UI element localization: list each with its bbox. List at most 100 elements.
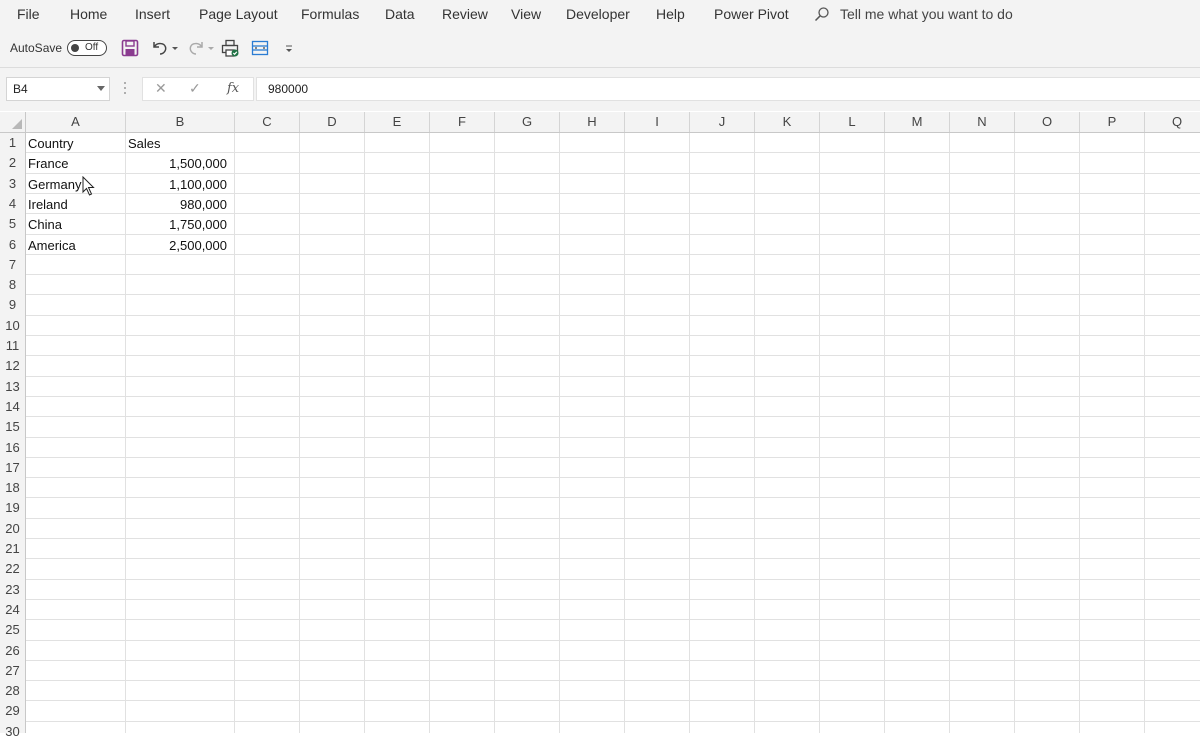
row-header-15[interactable]: 15: [0, 417, 25, 437]
column-header-a[interactable]: A: [26, 112, 126, 132]
row-header-26[interactable]: 26: [0, 641, 25, 661]
undo-dropdown-icon[interactable]: [170, 38, 180, 58]
row-header-17[interactable]: 17: [0, 458, 25, 478]
column-header-m[interactable]: M: [885, 112, 950, 132]
row-header-16[interactable]: 16: [0, 438, 25, 458]
row-header-6[interactable]: 6: [0, 235, 25, 255]
cell-b6[interactable]: 2,500,000: [126, 235, 227, 255]
insert-function-button[interactable]: fx: [227, 81, 239, 96]
column-header-n[interactable]: N: [950, 112, 1015, 132]
tab-data[interactable]: Data: [385, 6, 415, 22]
tab-insert[interactable]: Insert: [135, 6, 170, 22]
cell-a1[interactable]: Country: [28, 133, 74, 153]
row-header-8[interactable]: 8: [0, 275, 25, 295]
gridline-vertical: [299, 133, 300, 733]
column-header-p[interactable]: P: [1080, 112, 1145, 132]
gridline-horizontal: [26, 416, 1200, 418]
row-header-11[interactable]: 11: [0, 336, 25, 356]
gridline-vertical: [559, 133, 560, 733]
formula-input[interactable]: 980000: [256, 77, 1200, 101]
row-header-1[interactable]: 1: [0, 133, 25, 153]
cell-b5[interactable]: 1,750,000: [126, 214, 227, 234]
column-header-c[interactable]: C: [235, 112, 300, 132]
cell-a4[interactable]: Ireland: [28, 194, 68, 214]
cell-a3[interactable]: Germany: [28, 174, 81, 194]
row-header-20[interactable]: 20: [0, 519, 25, 539]
row-header-2[interactable]: 2: [0, 153, 25, 173]
customize-qat-icon[interactable]: [282, 38, 296, 58]
row-header-19[interactable]: 19: [0, 498, 25, 518]
cell-area[interactable]: Country Sales France 1,500,000 Germany 1,100,…: [26, 133, 1200, 733]
tab-page-layout[interactable]: Page Layout: [199, 6, 278, 22]
cell-b4[interactable]: 980,000: [126, 194, 227, 214]
cell-a2[interactable]: France: [28, 153, 68, 173]
column-header-f[interactable]: F: [430, 112, 495, 132]
row-header-10[interactable]: 10: [0, 316, 25, 336]
redo-icon[interactable]: [186, 38, 206, 58]
row-header-27[interactable]: 27: [0, 661, 25, 681]
cell-b2[interactable]: 1,500,000: [126, 153, 227, 173]
tab-view[interactable]: View: [511, 6, 541, 22]
enter-icon[interactable]: ✓: [189, 80, 201, 97]
cell-b3[interactable]: 1,100,000: [126, 174, 227, 194]
row-header-4[interactable]: 4: [0, 194, 25, 214]
tab-help[interactable]: Help: [656, 6, 685, 22]
gridline-horizontal: [26, 436, 1200, 438]
column-header-d[interactable]: D: [300, 112, 365, 132]
tab-home[interactable]: Home: [70, 6, 107, 22]
row-header-9[interactable]: 9: [0, 295, 25, 315]
undo-icon[interactable]: [150, 38, 170, 58]
cell-b1[interactable]: Sales: [128, 133, 161, 153]
row-header-28[interactable]: 28: [0, 681, 25, 701]
row-header-5[interactable]: 5: [0, 214, 25, 234]
row-header-24[interactable]: 24: [0, 600, 25, 620]
autosave-toggle[interactable]: Off: [67, 40, 107, 56]
print-preview-icon[interactable]: [220, 38, 240, 58]
row-header-21[interactable]: 21: [0, 539, 25, 559]
cancel-icon[interactable]: ✕: [155, 80, 167, 97]
row-header-30[interactable]: 30: [0, 722, 25, 742]
gridline-horizontal: [26, 477, 1200, 479]
column-header-k[interactable]: K: [755, 112, 820, 132]
freeze-panes-icon[interactable]: [250, 38, 270, 58]
select-all-triangle-icon: [12, 119, 22, 129]
gridline-horizontal: [26, 497, 1200, 499]
row-header-7[interactable]: 7: [0, 255, 25, 275]
gridline-horizontal: [26, 355, 1200, 357]
column-header-b[interactable]: B: [126, 112, 235, 132]
cell-a5[interactable]: China: [28, 214, 62, 234]
row-header-12[interactable]: 12: [0, 356, 25, 376]
tab-formulas[interactable]: Formulas: [301, 6, 359, 22]
redo-dropdown-icon[interactable]: [206, 38, 216, 58]
cell-a6[interactable]: America: [28, 235, 76, 255]
row-header-22[interactable]: 22: [0, 559, 25, 579]
row-header-3[interactable]: 3: [0, 174, 25, 194]
column-header-l[interactable]: L: [820, 112, 885, 132]
row-header-23[interactable]: 23: [0, 580, 25, 600]
row-header-14[interactable]: 14: [0, 397, 25, 417]
gridline-horizontal: [26, 659, 1200, 661]
column-header-q[interactable]: Q: [1145, 112, 1200, 132]
column-header-e[interactable]: E: [365, 112, 430, 132]
tab-developer[interactable]: Developer: [566, 6, 630, 22]
row-header-13[interactable]: 13: [0, 377, 25, 397]
save-icon[interactable]: [120, 38, 140, 58]
column-header-g[interactable]: G: [495, 112, 560, 132]
row-header-29[interactable]: 29: [0, 701, 25, 721]
column-header-j[interactable]: J: [690, 112, 755, 132]
tab-file[interactable]: File: [17, 6, 40, 22]
row-header-25[interactable]: 25: [0, 620, 25, 640]
row-headers: 1 2 3 4 5 6 7 8 9 10 11 12 13 14 15 16 17 18 19 20 21 22 23 24 2…: [0, 133, 26, 739]
chevron-down-icon[interactable]: [97, 86, 105, 91]
formula-buttons: ✕ ✓ fx: [142, 77, 254, 101]
column-header-o[interactable]: O: [1015, 112, 1080, 132]
tab-review[interactable]: Review: [442, 6, 488, 22]
tab-power-pivot[interactable]: Power Pivot: [714, 6, 789, 22]
column-header-i[interactable]: I: [625, 112, 690, 132]
tell-me-box[interactable]: Tell me what you want to do: [814, 5, 1013, 23]
name-box[interactable]: B4: [6, 77, 110, 101]
gridline-horizontal: [26, 538, 1200, 539]
row-header-18[interactable]: 18: [0, 478, 25, 498]
column-header-h[interactable]: H: [560, 112, 625, 132]
select-all-button[interactable]: [0, 112, 26, 132]
